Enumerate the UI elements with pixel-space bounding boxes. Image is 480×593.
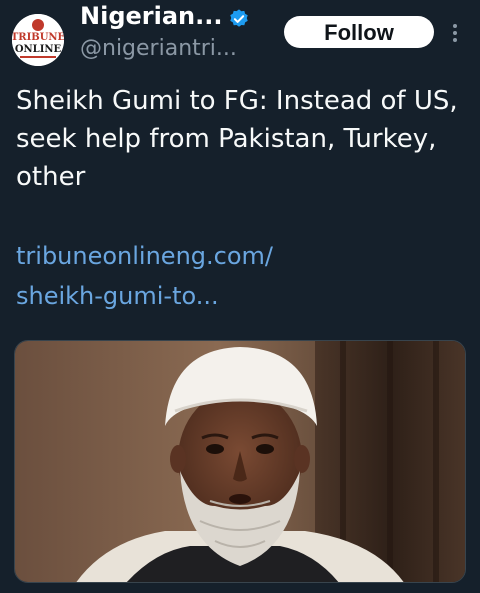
article-link-continued[interactable]: sheikh-gumi-to... bbox=[16, 282, 219, 310]
verified-badge-icon bbox=[230, 9, 248, 27]
account-handle[interactable]: @nigeriantri... bbox=[80, 36, 237, 61]
svg-text:TRIBUNE: TRIBUNE bbox=[12, 32, 64, 43]
article-link[interactable]: tribuneonlineng.com/ bbox=[16, 242, 273, 270]
display-name[interactable]: Nigerian... bbox=[80, 2, 222, 30]
svg-text:ONLINE: ONLINE bbox=[15, 44, 62, 55]
media-image[interactable] bbox=[14, 340, 466, 583]
sheikh-portrait-image bbox=[15, 341, 465, 582]
more-vertical-icon[interactable] bbox=[448, 22, 462, 44]
avatar[interactable]: TRIBUNE ONLINE bbox=[12, 14, 64, 66]
follow-button[interactable]: Follow bbox=[284, 16, 434, 48]
tweet-text: Sheikh Gumi to FG: Instead of US, seek h… bbox=[16, 86, 458, 192]
tribune-logo: TRIBUNE ONLINE bbox=[12, 14, 64, 66]
